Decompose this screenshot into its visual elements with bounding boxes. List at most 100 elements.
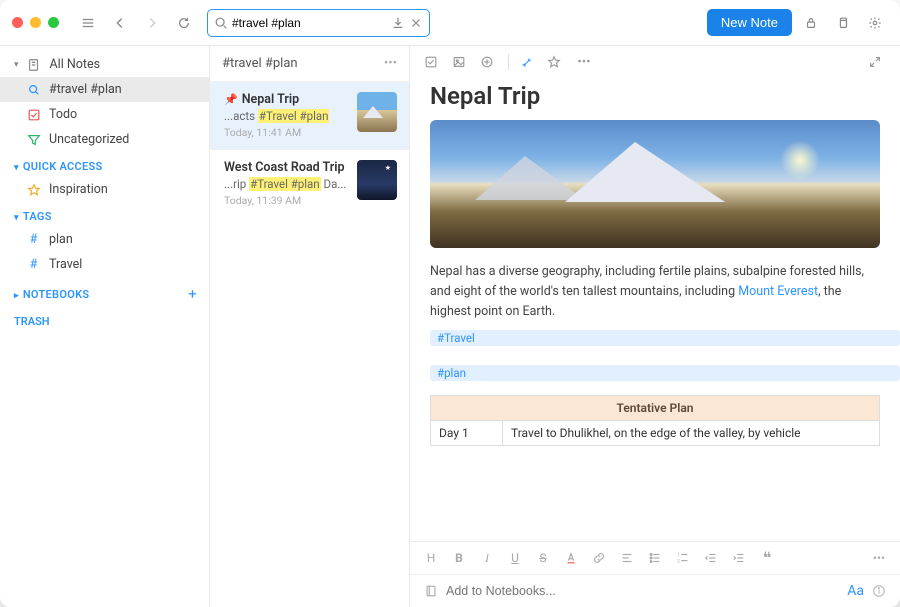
sidebar-section-quickaccess[interactable]: ▾QUICK ACCESS [0,152,209,177]
tag-travel[interactable]: #Travel [430,330,900,346]
heading-button[interactable]: H [424,551,438,565]
copy-icon[interactable] [830,10,856,36]
minimize-window-button[interactable] [30,17,41,28]
lock-icon[interactable] [798,10,824,36]
note-card-excerpt: ...rip #Travel #plan Da... [224,177,349,191]
note-list-more-icon[interactable]: ••• [384,56,397,71]
bottom-bar: Aa [410,574,900,607]
hash-icon: # [26,232,41,247]
titlebar: New Note [0,0,900,46]
table-caption: Tentative Plan [431,396,880,421]
sidebar-tag-travel[interactable]: # Travel [0,252,209,277]
number-list-button[interactable]: 12 [676,551,690,565]
sidebar-item-inspiration[interactable]: Inspiration [0,177,209,202]
format-more-icon[interactable]: ••• [872,551,886,565]
note-body[interactable]: Nepal has a diverse geography, including… [410,248,900,330]
note-list-header: #travel #plan ••• [210,46,409,81]
star-icon [26,183,41,197]
table-cell-text: Travel to Dhulikhel, on the edge of the … [503,421,880,446]
add-tool-icon[interactable] [480,55,498,69]
app-window: New Note ▾ All Notes #travel [0,0,900,607]
close-window-button[interactable] [12,17,23,28]
notebook-icon [424,584,438,598]
hash-icon: # [26,257,41,272]
format-bar: H B I U S 12 ❝ ••• [410,541,900,574]
outdent-button[interactable] [704,551,718,565]
more-icon[interactable]: ••• [575,55,593,70]
link-button[interactable] [592,551,606,565]
save-search-icon[interactable] [391,16,405,30]
sidebar-section-tags[interactable]: ▾TAGS [0,202,209,227]
settings-icon[interactable] [862,10,888,36]
new-note-button[interactable]: New Note [707,9,792,36]
expand-icon[interactable] [868,55,886,69]
sidebar-item-trash[interactable]: TRASH [0,307,209,336]
sidebar-item-todo[interactable]: Todo [0,102,209,127]
checkbox-tool-icon[interactable] [424,55,442,69]
favorite-icon[interactable] [547,55,565,69]
sidebar-toggle-icon[interactable] [75,10,101,36]
note-card-date: Today, 11:41 AM [224,126,349,139]
notes-icon [27,58,42,72]
pin-icon[interactable] [519,55,537,69]
tag-plan[interactable]: #plan [430,365,900,381]
search-input[interactable] [232,16,387,30]
indent-button[interactable] [732,551,746,565]
text-color-button[interactable] [564,551,578,565]
table-row[interactable]: Day 1 Travel to Dhulikhel, on the edge o… [431,421,880,446]
note-card-title: Nepal Trip [242,92,299,107]
note-card[interactable]: West Coast Road Trip ...rip #Travel #pla… [210,149,409,217]
link-mount-everest[interactable]: Mount Everest [738,284,818,299]
search-icon [26,83,41,97]
sidebar: ▾ All Notes #travel #plan Todo [0,46,210,607]
editor-pane: ••• Nepal Trip Nepal has a diverse geogr… [410,46,900,607]
sidebar-item-search-result[interactable]: #travel #plan [0,77,209,102]
add-notebook-button[interactable]: + [188,285,197,303]
sidebar-item-all-notes[interactable]: ▾ All Notes [0,52,209,77]
table-cell-day: Day 1 [431,421,503,446]
sidebar-label: Travel [49,257,82,272]
sidebar-label: Uncategorized [49,132,129,147]
sidebar-section-notebooks[interactable]: ▸NOTEBOOKS + [0,277,209,307]
sidebar-tag-plan[interactable]: # plan [0,227,209,252]
editor-toolbar: ••• [410,46,900,78]
info-icon[interactable] [872,584,886,598]
note-card-date: Today, 11:39 AM [224,194,349,207]
filter-icon [26,133,41,147]
note-card-thumbnail [357,92,397,132]
image-tool-icon[interactable] [452,55,470,69]
sidebar-item-uncategorized[interactable]: Uncategorized [0,127,209,152]
strike-button[interactable]: S [536,551,550,565]
note-list: #travel #plan ••• 📌 Nepal Trip ...acts #… [210,46,410,607]
note-card-title: West Coast Road Trip [224,160,345,175]
svg-text:1: 1 [677,553,679,558]
typography-button[interactable]: Aa [847,583,864,599]
svg-text:2: 2 [677,559,680,564]
italic-button[interactable]: I [480,551,494,566]
search-icon [214,16,228,30]
note-card-thumbnail [357,160,397,200]
forward-button[interactable] [139,10,165,36]
pin-icon: 📌 [224,93,238,106]
back-button[interactable] [107,10,133,36]
sidebar-label: #travel #plan [49,82,122,97]
plan-table[interactable]: Tentative Plan Day 1 Travel to Dhulikhel… [430,395,880,446]
underline-button[interactable]: U [508,551,522,565]
bullet-list-button[interactable] [648,551,662,565]
sidebar-label: Inspiration [49,182,108,197]
sidebar-label: Todo [49,107,77,122]
clear-search-icon[interactable] [409,16,423,30]
zoom-window-button[interactable] [48,17,59,28]
sidebar-label: All Notes [50,57,101,72]
search-box[interactable] [207,9,430,37]
note-card[interactable]: 📌 Nepal Trip ...acts #Travel #plan Today… [210,81,409,149]
bold-button[interactable]: B [452,551,466,565]
add-notebook-input[interactable] [446,584,839,598]
checkbox-icon [26,108,41,122]
note-title[interactable]: Nepal Trip [410,78,900,120]
sidebar-label: plan [49,232,73,247]
align-button[interactable] [620,551,634,565]
note-list-title: #travel #plan [222,56,298,71]
refresh-button[interactable] [171,10,197,36]
quote-button[interactable]: ❝ [760,548,774,568]
